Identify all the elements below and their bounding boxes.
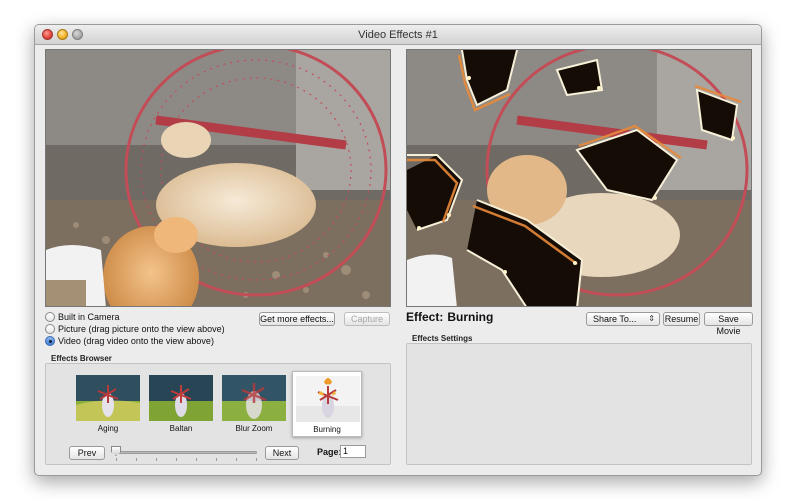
effect-thumb-baltan[interactable]: Baltan [146, 371, 216, 437]
capture-button[interactable]: Capture [344, 312, 390, 326]
effects-settings-title: Effects Settings [412, 334, 473, 343]
get-more-effects-button[interactable]: Get more effects... [259, 312, 335, 326]
slider-tick [196, 458, 197, 461]
effects-page-slider-track[interactable] [115, 451, 257, 454]
prev-button[interactable]: Prev [69, 446, 105, 460]
share-to-select[interactable]: Share To... ⇕ [586, 312, 660, 326]
window-title: Video Effects #1 [358, 29, 438, 41]
effect-thumb-image [76, 375, 140, 421]
slider-tick [116, 458, 117, 461]
current-effect-label: Effect: Burning [406, 310, 493, 324]
effect-thumb-burning[interactable]: Burning [292, 371, 362, 437]
radio-built-in-camera[interactable] [45, 312, 55, 322]
radio-label: Picture (drag picture onto the view abov… [58, 324, 225, 334]
source-option-video[interactable]: Video (drag video onto the view above) [45, 335, 214, 347]
effect-thumb-blur-zoom[interactable]: Blur Zoom [219, 371, 289, 437]
effect-thumb-label: Aging [97, 424, 119, 433]
effects-browser-title: Effects Browser [51, 354, 112, 363]
title-bar: Video Effects #1 [35, 25, 761, 45]
effect-prefix: Effect: [406, 310, 444, 324]
resume-button[interactable]: Resume [663, 312, 700, 326]
slider-tick [256, 458, 257, 461]
radio-video[interactable] [45, 336, 55, 346]
slider-tick [216, 458, 217, 461]
slider-tick [176, 458, 177, 461]
page-label: Page: [317, 447, 342, 457]
radio-label: Video (drag video onto the view above) [58, 336, 214, 346]
effect-thumb-label: Blur Zoom [235, 424, 273, 433]
slider-tick [156, 458, 157, 461]
slider-tick [236, 458, 237, 461]
effect-thumb-label: Baltan [169, 424, 193, 433]
effect-thumb-label: Burning [313, 425, 341, 434]
next-button[interactable]: Next [265, 446, 299, 460]
effects-settings-panel [406, 343, 752, 465]
effect-thumb-image [222, 375, 286, 421]
source-video-view[interactable] [45, 49, 391, 307]
effect-thumb-image [149, 375, 213, 421]
radio-label: Built in Camera [58, 312, 120, 322]
share-to-label: Share To... [593, 314, 637, 324]
source-option-built-in-camera[interactable]: Built in Camera [45, 311, 120, 323]
effect-thumb-aging[interactable]: Aging [73, 371, 143, 437]
effect-preview-view[interactable] [406, 49, 752, 307]
effect-name: Burning [447, 310, 494, 324]
video-effects-window: Video Effects #1 Built in Camera Picture… [34, 24, 762, 476]
radio-picture[interactable] [45, 324, 55, 334]
save-movie-button[interactable]: Save Movie [704, 312, 753, 336]
effect-thumb-image [296, 376, 360, 422]
updown-chevron-icon: ⇕ [648, 314, 655, 323]
source-option-picture[interactable]: Picture (drag picture onto the view abov… [45, 323, 225, 335]
slider-tick [136, 458, 137, 461]
page-number-field[interactable]: 1 [340, 445, 366, 458]
